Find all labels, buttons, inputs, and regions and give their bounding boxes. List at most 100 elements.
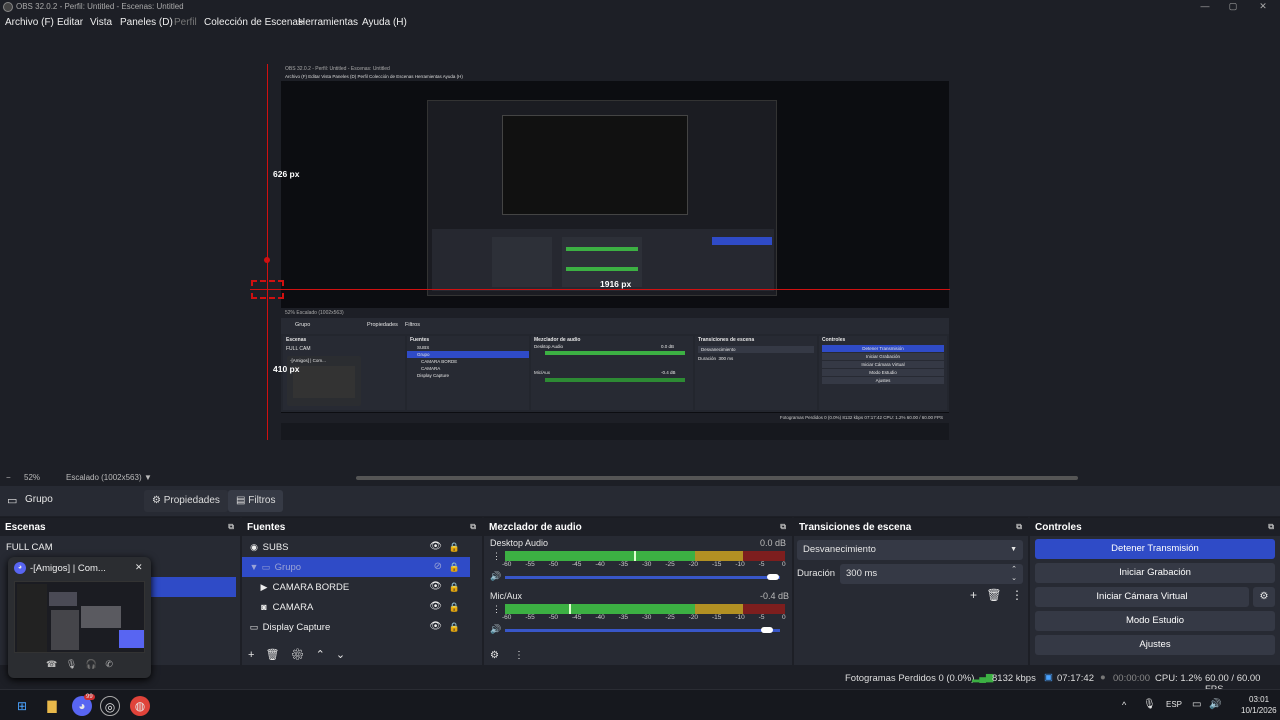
source-item-display-capture[interactable]: ▭ Display Capture 👁 🔒 [242, 617, 470, 637]
minimize-button[interactable]: — [1190, 0, 1220, 14]
chrome-icon[interactable]: ◍ [130, 696, 150, 716]
menu-vista[interactable]: Vista [90, 17, 112, 28]
volume-slider-desktop[interactable] [505, 576, 780, 579]
remove-transition-button[interactable]: 🗑 [986, 588, 1001, 602]
virtual-camera-settings-gear-icon[interactable]: ⚙ [1253, 587, 1275, 607]
settings-button[interactable]: Ajustes [1035, 635, 1275, 655]
lock-icon[interactable]: 🔒 [449, 577, 460, 597]
popup-close-button[interactable]: ✕ [135, 562, 143, 573]
volume-tray-icon[interactable]: 🔊 [1209, 699, 1221, 710]
tray-chevron-icon[interactable]: ^ [1122, 700, 1126, 710]
start-virtual-camera-button[interactable]: Iniciar Cámara Virtual [1035, 587, 1249, 607]
filters-button[interactable]: ▤ Filtros [228, 490, 284, 512]
zoom-out-button[interactable]: − [6, 473, 11, 482]
inner-mic: Mic/Aux [534, 370, 551, 375]
headphones-icon[interactable]: 🎧 [86, 659, 97, 669]
maximize-button[interactable]: ▢ [1218, 0, 1248, 14]
duration-spinbox[interactable]: 300 ms ⌃ ⌄ [840, 564, 1023, 584]
volume-knob-mic[interactable] [761, 627, 773, 633]
meter-segment [743, 551, 785, 561]
gear-icon: ⚙ [152, 495, 164, 506]
inner-source-4: Display Capture [417, 373, 450, 378]
remove-source-button[interactable]: 🗑 [266, 649, 280, 661]
collapse-arrow-icon[interactable]: ▼ [248, 557, 260, 577]
meter-tick-label: -40 [595, 614, 605, 621]
volume-slider-mic[interactable] [505, 629, 780, 632]
transition-menu-dots-icon[interactable]: ⋮ [1011, 588, 1023, 602]
undock-icon[interactable]: ⧉ [1268, 522, 1274, 532]
obs-taskbar-icon[interactable]: ◎ [100, 696, 120, 716]
transition-select[interactable]: Desvanecimiento ▼ [797, 540, 1023, 560]
inner-source-2: CAMARA BORDE [421, 359, 458, 364]
preview-area[interactable]: OBS 32.0.2 - Perfil: Untitled - Escenas:… [0, 32, 1280, 470]
source-item-camara-borde[interactable]: ▶ CAMARA BORDE 👁 🔒 [242, 577, 470, 597]
eye-hidden-icon[interactable]: ⊘ [434, 557, 442, 577]
undock-icon[interactable]: ⧉ [228, 522, 234, 532]
microphone-icon[interactable]: 🎙 [66, 659, 77, 669]
folder-icon: ▭ [7, 495, 18, 507]
menu-perfil[interactable]: Perfil [174, 17, 197, 28]
scale-dropdown-arrow[interactable]: ▼ [144, 473, 152, 482]
language-indicator[interactable]: ESP [1166, 700, 1182, 709]
start-recording-button[interactable]: Iniciar Grabación [1035, 563, 1275, 583]
menu-ayuda[interactable]: Ayuda (H) [362, 17, 407, 28]
program-canvas[interactable]: OBS 32.0.2 - Perfil: Untitled - Escenas:… [281, 64, 949, 440]
source-item-camara[interactable]: ◙ CAMARA 👁 🔒 [242, 597, 470, 617]
inner-source-0: SUBS [417, 345, 430, 350]
speaker-icon[interactable]: 🔊 [490, 571, 501, 582]
microphone-tray-icon[interactable]: 🎙 [1143, 699, 1156, 710]
lock-icon[interactable]: 🔒 [449, 617, 460, 637]
mixer-menu-dots-icon[interactable]: ⋮ [514, 650, 524, 661]
stop-streaming-button[interactable]: Detener Transmisión [1035, 539, 1275, 559]
clock-date[interactable]: 10/1/2026 [1241, 706, 1277, 715]
studio-mode-button[interactable]: Modo Estudio [1035, 611, 1275, 631]
lock-icon[interactable]: 🔒 [449, 597, 460, 617]
horizontal-scrollbar[interactable] [356, 476, 1078, 480]
lock-icon[interactable]: 🔒 [449, 557, 460, 577]
menu-dots-icon[interactable]: ⋮ [492, 604, 501, 615]
advanced-audio-gear-icon[interactable]: ⚙ [490, 650, 499, 661]
eye-icon[interactable]: 👁 [429, 537, 442, 557]
nested-preview [427, 100, 777, 296]
menu-coleccion-escenas[interactable]: Colección de Escenas [204, 17, 303, 28]
inner-control-1: Iniciar Grabación [822, 353, 944, 360]
speaker-icon[interactable]: 🔊 [490, 624, 501, 635]
undock-icon[interactable]: ⧉ [1016, 522, 1022, 532]
undock-icon[interactable]: ⧉ [780, 522, 786, 532]
eye-icon[interactable]: 👁 [429, 617, 442, 637]
meter-tick-label: -55 [525, 561, 535, 568]
eye-icon[interactable]: 👁 [429, 597, 442, 617]
source-item-grupo[interactable]: ▼ ▭ Grupo ⊘ 🔒 [242, 557, 470, 577]
file-explorer-icon[interactable]: ▇ [42, 696, 62, 716]
lock-icon[interactable]: 🔒 [449, 537, 460, 557]
meter-tick-label: -50 [548, 614, 559, 621]
meter-tick-label: -10 [735, 614, 745, 621]
menu-herramientas[interactable]: Herramientas [298, 17, 358, 28]
volume-knob-desktop[interactable] [766, 574, 779, 580]
clock-time[interactable]: 03:01 [1249, 695, 1269, 704]
popup-thumbnail[interactable] [14, 581, 145, 653]
menu-dots-icon[interactable]: ⋮ [492, 551, 501, 562]
undock-icon[interactable]: ⧉ [470, 522, 476, 532]
move-down-button[interactable]: ⌄ [336, 649, 345, 661]
phone-icon[interactable]: ✆ [105, 659, 113, 669]
menu-archivo[interactable]: Archivo (F) [5, 17, 54, 28]
windows-start-icon[interactable]: ⊞ [12, 696, 32, 716]
add-transition-button[interactable]: + [970, 588, 977, 602]
rotate-handle[interactable] [264, 257, 270, 263]
network-icon[interactable]: ▭ [1192, 699, 1201, 710]
eye-icon[interactable]: 👁 [429, 577, 442, 597]
add-source-button[interactable]: + [248, 649, 254, 661]
hang-up-icon[interactable]: ☎ [46, 659, 57, 669]
discord-preview-popup[interactable]: ◕ -[Amigos] | Com... ✕ ☎ 🎙 🎧 ✆ [8, 557, 151, 678]
properties-button[interactable]: ⚙ Propiedades [144, 490, 228, 512]
source-settings-gear-icon[interactable]: ⚙ [291, 649, 305, 661]
menu-paneles[interactable]: Paneles (D) [120, 17, 173, 28]
scene-item-selected[interactable] [150, 577, 236, 597]
scene-item-full-cam[interactable]: FULL CAM [0, 538, 236, 558]
source-item-subs[interactable]: ◉ SUBS 👁 🔒 [242, 537, 470, 557]
close-button[interactable]: ✕ [1248, 0, 1278, 14]
move-up-button[interactable]: ⌃ [316, 649, 325, 661]
menu-editar[interactable]: Editar [57, 17, 83, 28]
selection-box[interactable] [251, 280, 284, 299]
